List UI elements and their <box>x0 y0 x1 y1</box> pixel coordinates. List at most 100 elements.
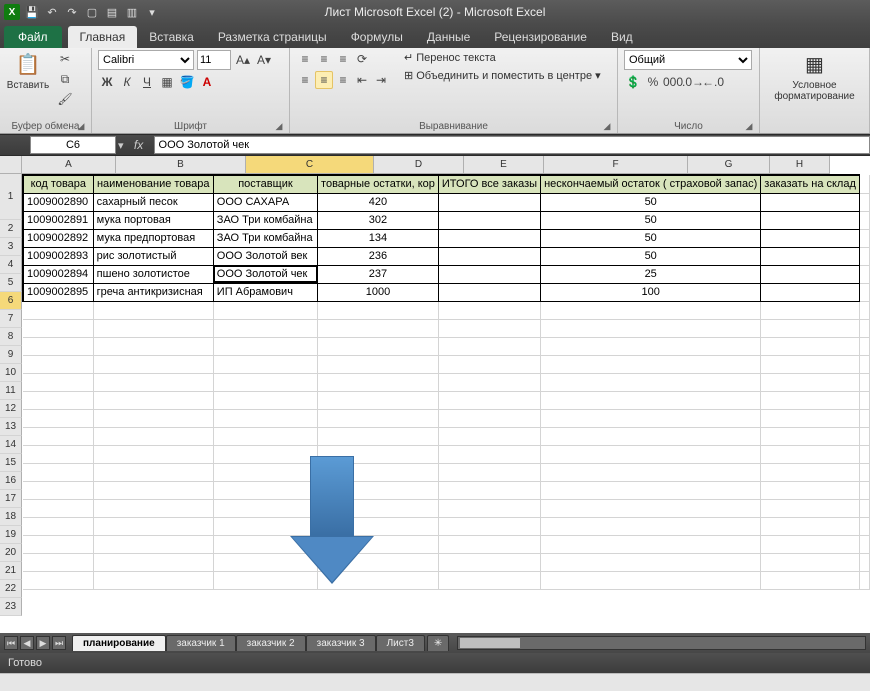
column-header[interactable]: B <box>116 156 246 174</box>
cell[interactable] <box>438 427 540 445</box>
column-header[interactable]: C <box>246 156 374 174</box>
cell[interactable] <box>541 427 761 445</box>
cell[interactable] <box>23 391 93 409</box>
cell[interactable] <box>438 571 540 589</box>
row-header[interactable]: 1 <box>0 174 22 220</box>
cell[interactable]: 50 <box>541 229 761 247</box>
tab-insert[interactable]: Вставка <box>137 26 206 48</box>
underline-icon[interactable]: Ч <box>138 73 156 91</box>
currency-icon[interactable]: 💲 <box>624 73 642 91</box>
cell[interactable]: 50 <box>541 247 761 265</box>
cell[interactable] <box>318 409 439 427</box>
cell[interactable] <box>761 445 860 463</box>
cell[interactable] <box>93 463 213 481</box>
cell[interactable] <box>761 571 860 589</box>
sheet-tab[interactable]: Лист3 <box>376 635 425 651</box>
row-header[interactable]: 10 <box>0 364 22 382</box>
cell[interactable] <box>859 391 869 409</box>
cell[interactable] <box>93 319 213 337</box>
row-header[interactable]: 22 <box>0 580 22 598</box>
cell[interactable] <box>438 229 540 247</box>
formula-input[interactable]: ООО Золотой чек <box>154 136 870 154</box>
cell[interactable] <box>23 301 93 319</box>
copy-icon[interactable]: ⧉ <box>56 70 74 88</box>
worksheet-grid[interactable]: ABCDEFGH 1234567891011121314151617181920… <box>0 156 870 633</box>
launcher-icon[interactable]: ◢ <box>273 121 285 133</box>
sheet-tab[interactable]: заказчик 2 <box>236 635 306 651</box>
cell[interactable] <box>438 391 540 409</box>
table-header-cell[interactable]: ИТОГО все заказы <box>438 175 540 193</box>
last-sheet-icon[interactable]: ⏭ <box>52 636 66 650</box>
tab-home[interactable]: Главная <box>68 26 138 48</box>
percent-icon[interactable]: % <box>644 73 662 91</box>
column-header[interactable]: D <box>374 156 464 174</box>
borders-icon[interactable]: ▦ <box>158 73 176 91</box>
table-header-cell[interactable]: заказать на склад <box>761 175 860 193</box>
cell[interactable] <box>318 301 439 319</box>
row-header[interactable]: 6 <box>0 292 22 310</box>
row-header[interactable]: 5 <box>0 274 22 292</box>
cell[interactable] <box>541 517 761 535</box>
cell[interactable] <box>438 193 540 211</box>
name-box[interactable]: C6 <box>30 136 116 154</box>
arrow-shape[interactable] <box>290 456 374 584</box>
cell[interactable]: 1000 <box>318 283 439 301</box>
cell[interactable] <box>318 373 439 391</box>
column-header[interactable]: H <box>770 156 830 174</box>
cell[interactable] <box>859 301 869 319</box>
row-header[interactable]: 8 <box>0 328 22 346</box>
tab-review[interactable]: Рецензирование <box>482 26 599 48</box>
cell[interactable] <box>541 301 761 319</box>
cell[interactable] <box>23 535 93 553</box>
font-color-icon[interactable]: A <box>198 73 216 91</box>
sheet-tab[interactable]: заказчик 3 <box>306 635 376 651</box>
cell[interactable] <box>859 319 869 337</box>
cell[interactable] <box>859 571 869 589</box>
horizontal-scrollbar[interactable] <box>457 636 866 650</box>
cell[interactable] <box>438 373 540 391</box>
cell[interactable] <box>541 319 761 337</box>
cell[interactable] <box>761 229 860 247</box>
italic-icon[interactable]: К <box>118 73 136 91</box>
cell[interactable] <box>438 499 540 517</box>
decrease-decimal-icon[interactable]: ←.0 <box>704 73 722 91</box>
cell[interactable]: 1009002893 <box>23 247 93 265</box>
number-format-select[interactable]: Общий <box>624 50 752 70</box>
cell[interactable] <box>761 463 860 481</box>
tab-formulas[interactable]: Формулы <box>339 26 415 48</box>
cell[interactable]: ООО Золотой чек <box>213 265 317 283</box>
cell[interactable]: ЗАО Три комбайна <box>213 211 317 229</box>
cell[interactable]: ЗАО Три комбайна <box>213 229 317 247</box>
cell[interactable] <box>23 427 93 445</box>
row-header[interactable]: 17 <box>0 490 22 508</box>
cell[interactable]: сахарный песок <box>93 193 213 211</box>
undo-icon[interactable]: ↶ <box>44 4 60 20</box>
cell[interactable] <box>761 391 860 409</box>
cell[interactable] <box>859 409 869 427</box>
cell[interactable]: 237 <box>318 265 439 283</box>
cell[interactable] <box>761 319 860 337</box>
cell[interactable] <box>761 283 860 301</box>
align-center-icon[interactable]: ≡ <box>315 71 333 89</box>
namebox-dropdown-icon[interactable]: ▾ <box>118 139 124 152</box>
cell[interactable] <box>761 373 860 391</box>
cell[interactable] <box>93 373 213 391</box>
cell[interactable]: ИП Абрамович <box>213 283 317 301</box>
row-header[interactable]: 7 <box>0 310 22 328</box>
save-icon[interactable]: 💾 <box>24 4 40 20</box>
cell[interactable] <box>859 337 869 355</box>
cell[interactable]: 1009002890 <box>23 193 93 211</box>
cell[interactable] <box>859 463 869 481</box>
cell[interactable] <box>23 355 93 373</box>
qat-dropdown-icon[interactable]: ▾ <box>144 4 160 20</box>
cell[interactable] <box>23 571 93 589</box>
table-header-cell[interactable]: нескончаемый остаток ( страховой запас) <box>541 175 761 193</box>
cell[interactable] <box>541 535 761 553</box>
cell[interactable] <box>438 409 540 427</box>
cell[interactable] <box>23 481 93 499</box>
bold-icon[interactable]: Ж <box>98 73 116 91</box>
fill-color-icon[interactable]: 🪣 <box>178 73 196 91</box>
cell[interactable] <box>859 373 869 391</box>
cell[interactable] <box>213 355 317 373</box>
qat-item[interactable]: ▢ <box>84 4 100 20</box>
